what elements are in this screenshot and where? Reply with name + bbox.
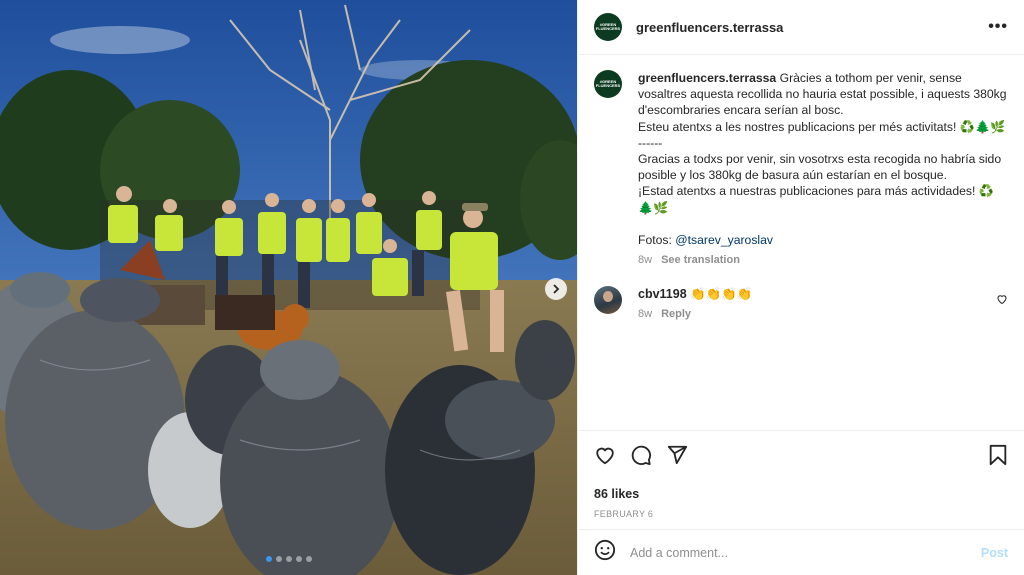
group-photo-cleanup <box>0 0 577 575</box>
comment-text: cbv1198 👏👏👏👏 <box>638 286 978 302</box>
photo-credit-label: Fotos: <box>638 232 672 247</box>
post-header: #GREEN FLUENCERS greenfluencers.terrassa… <box>578 0 1024 55</box>
carousel-indicator <box>0 556 577 562</box>
comment-age: 8w <box>638 307 653 320</box>
post-comment-button[interactable]: Post <box>981 546 1008 560</box>
comment-body: 👏👏👏👏 <box>690 286 753 301</box>
avatar[interactable] <box>594 285 622 314</box>
likes-count[interactable]: 86 likes <box>594 487 1008 501</box>
carousel-next-button[interactable] <box>545 278 567 300</box>
comment-icon[interactable] <box>630 444 652 466</box>
comment-like-icon[interactable] <box>996 292 1008 310</box>
avatar[interactable]: #GREEN FLUENCERS <box>594 13 622 41</box>
post-caption: #GREEN FLUENCERS greenfluencers.terrassa… <box>594 70 1008 266</box>
comment-item: cbv1198 👏👏👏👏 8w Reply <box>594 285 1008 320</box>
post-actions: 86 likes FEBRUARY 6 <box>578 430 1024 528</box>
post-author-username[interactable]: greenfluencers.terrassa <box>636 20 783 35</box>
caption-username[interactable]: greenfluencers.terrassa <box>638 71 776 85</box>
caption-spanish: Gracias a todxs por venir, sin vosotrxs … <box>638 152 1002 215</box>
add-comment-bar: Post <box>578 529 1024 575</box>
share-icon[interactable] <box>666 444 688 466</box>
see-translation-button[interactable]: See translation <box>661 254 740 266</box>
caption-text: greenfluencers.terrassa Gràcies a tothom… <box>638 70 1008 216</box>
reply-button[interactable]: Reply <box>661 308 691 320</box>
post-date: FEBRUARY 6 <box>594 509 654 519</box>
emoji-icon[interactable] <box>594 539 616 566</box>
more-horizontal-icon[interactable]: ••• <box>988 18 1008 36</box>
carousel-dot-active <box>265 556 272 562</box>
photo-credit-link[interactable]: @tsarev_yaroslav <box>675 233 773 247</box>
chevron-right-icon <box>553 284 560 294</box>
caption-separator: ------ <box>638 135 663 150</box>
carousel-dot <box>305 556 312 562</box>
caption-meta: 8w See translation <box>638 254 1008 266</box>
carousel-dot <box>295 556 302 562</box>
bookmark-icon[interactable] <box>988 444 1008 466</box>
comment-username[interactable]: cbv1198 <box>638 287 687 301</box>
post-photo[interactable] <box>0 0 577 575</box>
comment-meta: 8w Reply <box>638 308 978 320</box>
caption-age: 8w <box>638 253 653 266</box>
like-icon[interactable] <box>594 444 616 466</box>
carousel-dot <box>285 556 292 562</box>
action-icons <box>594 443 1008 467</box>
avatar[interactable]: #GREEN FLUENCERS <box>594 70 622 98</box>
avatar-logo-text: #GREEN FLUENCERS <box>595 22 621 31</box>
post-side-panel: #GREEN FLUENCERS greenfluencers.terrassa… <box>577 0 1024 575</box>
avatar-logo-text: #GREEN FLUENCERS <box>595 79 621 88</box>
comments-section: #GREEN FLUENCERS greenfluencers.terrassa… <box>578 56 1024 430</box>
photo-credit: Fotos: @tsarev_yaroslav <box>638 232 1008 248</box>
carousel-dot <box>275 556 282 562</box>
comment-input[interactable] <box>630 545 950 560</box>
